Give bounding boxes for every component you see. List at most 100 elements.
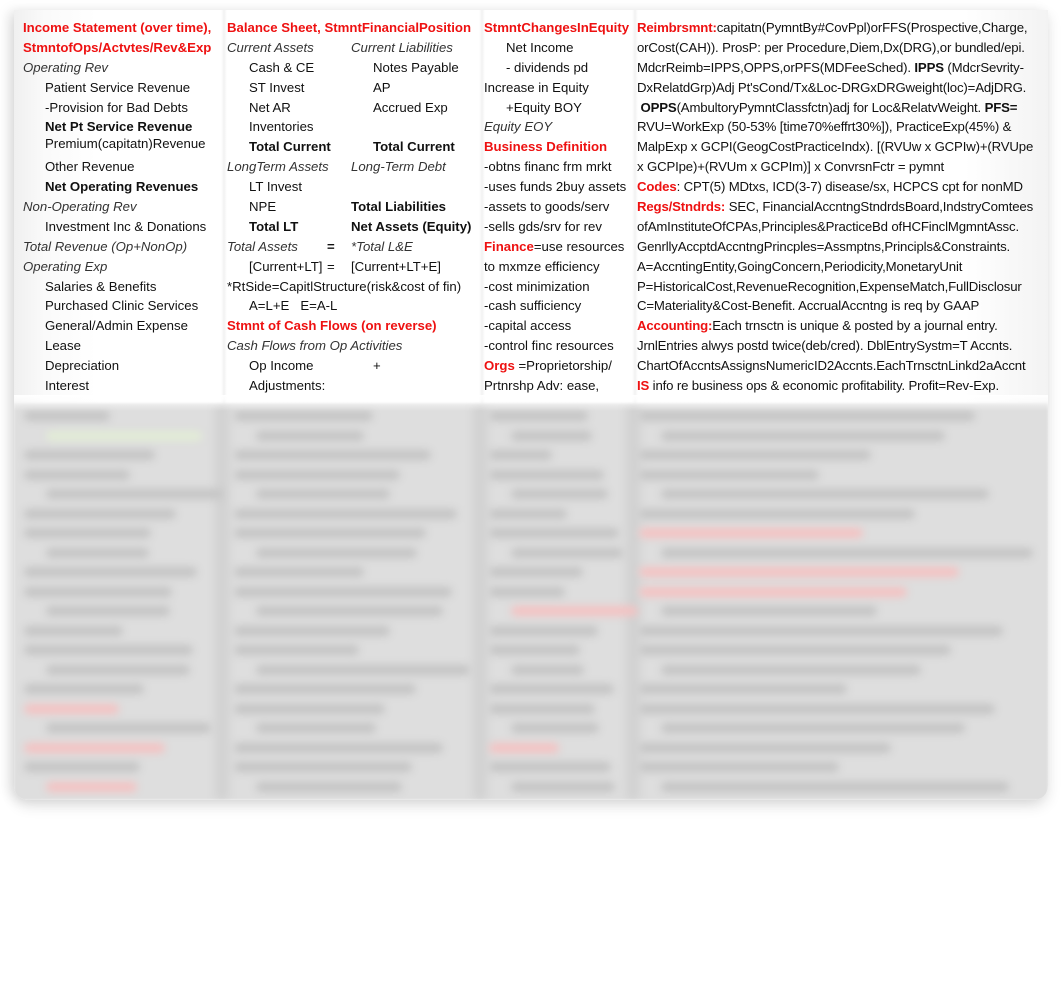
npe: NPE bbox=[249, 199, 277, 215]
blurred-text-line bbox=[234, 586, 452, 597]
finance-item: -control finc resources bbox=[484, 338, 614, 354]
equity-column: StmntChangesInEquity Net Income - divide… bbox=[484, 18, 634, 396]
total-lt-row: Total LT Net Assets (Equity) bbox=[227, 217, 482, 237]
finance-item: -capital access bbox=[484, 318, 572, 334]
balance-row: Inventories bbox=[227, 117, 482, 137]
blurred-text-line bbox=[489, 508, 567, 519]
codes-line: Codes: CPT(5) MDtxs, ICD(3-7) disease/sx… bbox=[637, 177, 1047, 197]
asset-item: Inventories bbox=[249, 119, 314, 135]
net-operating-revenues: Net Operating Revenues bbox=[45, 179, 199, 195]
op-income: Op Income bbox=[249, 358, 314, 374]
reimbursement-line: DxRelatdGrp)Adj Pt'sCond/Tx&Loc-DRGxDRGw… bbox=[637, 79, 1027, 95]
blurred-text-line bbox=[639, 567, 959, 577]
blurred-text-line bbox=[639, 625, 1003, 636]
blurred-text-line bbox=[24, 469, 130, 480]
rtside-note: *RtSide=CapitlStructure(risk&cost of fin… bbox=[227, 278, 462, 294]
balance-sheet-title: Balance Sheet, StmntFinancialPosition bbox=[227, 20, 472, 35]
line-item: Salaries & Benefits bbox=[45, 278, 157, 294]
npe-row: NPE Total Liabilities bbox=[227, 197, 482, 217]
finance-item: -cash sufficiency bbox=[484, 298, 582, 314]
blurred-text-line bbox=[511, 606, 638, 616]
line-item: Lease bbox=[45, 338, 81, 354]
reimbursement-text: (MdcrSevrity- bbox=[943, 59, 1024, 75]
opps-label: OPPS bbox=[640, 99, 677, 115]
blurred-text-line bbox=[24, 742, 165, 753]
net-assets-equity: Net Assets (Equity) bbox=[351, 218, 472, 234]
blur-fade bbox=[14, 395, 1048, 411]
blurred-text-line bbox=[511, 547, 623, 558]
business-item: -uses funds 2buy assets bbox=[484, 179, 627, 195]
blurred-text-line bbox=[24, 411, 110, 421]
balance-sheet-column: Balance Sheet, StmntFinancialPosition Cu… bbox=[227, 18, 482, 396]
document-page: Income Statement (over time), StmntofOps… bbox=[14, 10, 1048, 800]
blurred-text-line bbox=[639, 528, 863, 538]
investment-income: Investment Inc & Donations bbox=[45, 218, 207, 234]
blurred-text-line bbox=[256, 489, 390, 499]
liability-item: AP bbox=[373, 79, 391, 95]
finance-item: -cost minimization bbox=[484, 278, 590, 294]
is-note-line: IS info re business ops & economic profi… bbox=[637, 376, 1047, 396]
codes-text: : CPT(5) MDtxs, ICD(3-7) disease/sx, HCP… bbox=[676, 179, 1023, 195]
blurred-text-line bbox=[489, 684, 614, 694]
blurred-text-line bbox=[489, 586, 565, 597]
balance-sheet-headings: Current Assets Current Liabilities bbox=[227, 38, 482, 58]
blurred-text-line bbox=[511, 723, 599, 733]
reimbursement-line: OPPS(AmbultoryPymntClassfctn)adj for Loc… bbox=[637, 98, 1047, 118]
blurred-text-line bbox=[24, 703, 119, 714]
blurred-text-line bbox=[256, 781, 402, 792]
reimbursement-text: capitatn(PymntBy#CovPpl)orFFS(Prospectiv… bbox=[716, 20, 1028, 35]
blurred-column-divider bbox=[627, 403, 639, 800]
business-item: -assets to goods/serv bbox=[484, 199, 610, 215]
blurred-text-line bbox=[46, 664, 190, 675]
business-item: -sells gds/srv for rev bbox=[484, 218, 602, 234]
liability-item: Accrued Exp bbox=[373, 99, 448, 115]
reimbursement-column: Reimbrsmnt:capitatn(PymntBy#CovPpl)orFFS… bbox=[637, 18, 1047, 396]
balance-row: Cash & CE Notes Payable bbox=[227, 58, 482, 78]
regs-text: SEC, FinancialAccntngStndrdsBoard,Indstr… bbox=[725, 199, 1034, 215]
blurred-text-line bbox=[511, 430, 592, 441]
blurred-text-line bbox=[234, 742, 443, 753]
blurred-text-line bbox=[24, 684, 144, 694]
lt-invest: LT Invest bbox=[249, 179, 303, 195]
blurred-text-line bbox=[639, 469, 819, 480]
blurred-text-line bbox=[661, 430, 945, 441]
total-assets: Total Assets bbox=[227, 238, 298, 254]
blurred-text-line bbox=[256, 430, 364, 441]
asset-item: Cash & CE bbox=[249, 59, 315, 75]
balance-row: Net AR Accrued Exp bbox=[227, 98, 482, 118]
regs-line: C=Materiality&Cost-Benefit. AccrualAccnt… bbox=[637, 298, 980, 314]
blurred-text-line bbox=[639, 411, 975, 421]
blurred-text-line bbox=[489, 742, 559, 753]
liability-item bbox=[351, 117, 373, 137]
business-definition-title: Business Definition bbox=[484, 139, 608, 155]
blurred-text-line bbox=[24, 450, 155, 460]
increase-in-equity: Increase in Equity bbox=[484, 79, 589, 95]
finance-line: Finance=use resources bbox=[484, 237, 634, 257]
blurred-text-line bbox=[234, 684, 416, 694]
cash-flows-title: Stmnt of Cash Flows (on reverse) bbox=[227, 318, 437, 334]
blurred-text-line bbox=[489, 645, 580, 655]
adjustments: Adjustments: bbox=[249, 378, 326, 394]
blurred-text-line bbox=[639, 450, 871, 460]
blurred-text-line bbox=[661, 723, 965, 733]
accounting-line: Accounting:Each trnsctn is unique & post… bbox=[637, 316, 1047, 336]
equity-boy: +Equity BOY bbox=[506, 99, 582, 115]
blurred-text-line bbox=[46, 489, 223, 499]
blurred-text-line bbox=[24, 645, 193, 655]
current-lt-e: [Current+LT+E] bbox=[351, 258, 441, 274]
blurred-text-line bbox=[24, 762, 140, 772]
line-item: -Provision for Bad Debts bbox=[45, 99, 188, 115]
blurred-text-line bbox=[639, 645, 951, 655]
blurred-text-line bbox=[24, 508, 176, 519]
current-assets-heading: Current Assets bbox=[227, 39, 314, 55]
reimbursement-label: Reimbrsmnt: bbox=[637, 20, 717, 35]
blurred-column-divider bbox=[474, 403, 486, 800]
blurred-text-line bbox=[489, 450, 552, 460]
line-item: Depreciation bbox=[45, 358, 120, 374]
blurred-text-line bbox=[661, 606, 877, 616]
ipps-label: IPPS bbox=[914, 59, 944, 75]
total-revenue: Total Revenue (Op+NonOp) bbox=[23, 238, 188, 254]
line-item: General/Admin Expense bbox=[45, 318, 188, 334]
regs-line: P=HistoricalCost,RevenueRecognition,Expe… bbox=[637, 278, 1022, 294]
income-statement-column: Income Statement (over time), StmntofOps… bbox=[23, 18, 223, 396]
